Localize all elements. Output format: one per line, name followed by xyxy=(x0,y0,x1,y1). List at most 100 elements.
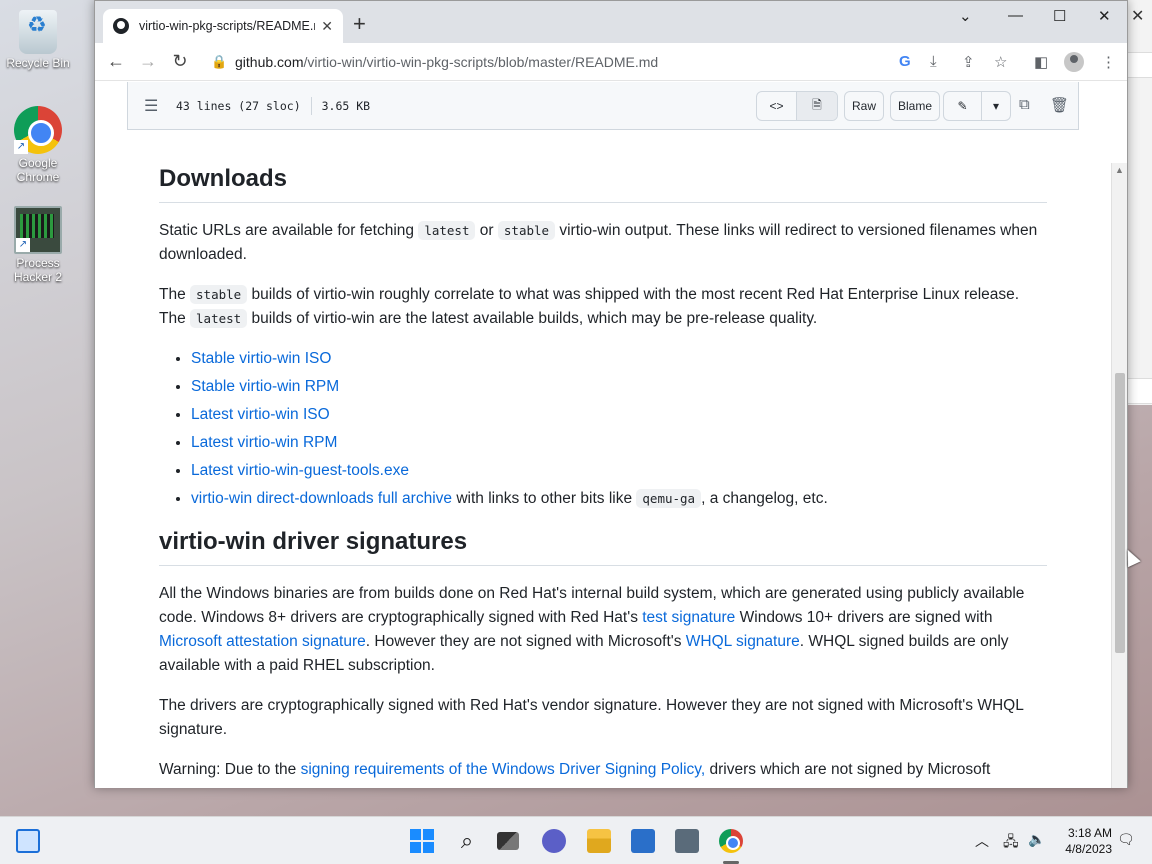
tab-title: virtio-win-pkg-scripts/README.m xyxy=(139,19,316,33)
lock-icon: 🔒 xyxy=(211,54,228,69)
desktop-icon-label: Google Chrome xyxy=(16,156,60,184)
bookmark-star-icon[interactable]: ☆ xyxy=(994,53,1007,71)
url-path: /virtio-win/virtio-win-pkg-scripts/blob/… xyxy=(303,54,659,70)
address-bar[interactable]: 🔒 github.com/virtio-win/virtio-win-pkg-s… xyxy=(201,47,991,77)
list-item: Stable virtio-win ISO xyxy=(191,347,1047,371)
inline-code: stable xyxy=(190,285,248,304)
page-scrollbar[interactable]: ▲ ▼ xyxy=(1111,163,1127,788)
desktop-icon-process-hacker[interactable]: ↗ Process Hacker 2 xyxy=(0,206,76,284)
edit-group: ✎ ▾ xyxy=(943,91,1011,121)
shortcut-arrow-icon: ↗ xyxy=(16,238,30,252)
file-lines: 43 lines (27 sloc) xyxy=(176,98,301,113)
close-icon[interactable]: ✕ xyxy=(1131,6,1144,26)
desktop-icon-label: Recycle Bin xyxy=(6,56,70,70)
inline-code: stable xyxy=(497,221,556,240)
google-lens-icon[interactable]: G xyxy=(899,53,911,70)
background-window: ✕ xyxy=(1126,0,1152,405)
scroll-up-arrow-icon[interactable]: ▲ xyxy=(1115,165,1124,175)
new-tab-icon[interactable]: + xyxy=(353,13,366,35)
latest-rpm-link[interactable]: Latest virtio-win RPM xyxy=(191,434,337,451)
network-icon[interactable]: 🖧 xyxy=(1003,831,1019,855)
share-icon[interactable]: ⇪ xyxy=(962,53,975,71)
chat-icon[interactable] xyxy=(542,829,566,853)
browser-toolbar: ← → ↻ 🔒 github.com/virtio-win/virtio-win… xyxy=(95,43,1127,81)
preview-file-icon[interactable]: 🗎 xyxy=(797,92,837,120)
forward-arrow-icon[interactable]: → xyxy=(137,51,159,72)
copy-icon[interactable]: ⧉ xyxy=(1019,96,1030,113)
edit-pencil-icon[interactable]: ✎ xyxy=(944,92,982,120)
outline-list-icon[interactable]: ☰ xyxy=(144,96,164,116)
tab-readme[interactable]: virtio-win-pkg-scripts/README.m ✕ xyxy=(103,9,343,43)
attestation-signature-link[interactable]: Microsoft attestation signature xyxy=(159,633,366,650)
view-toggle: <> 🗎 xyxy=(756,91,838,121)
inline-code: qemu-ga xyxy=(636,489,702,508)
install-app-icon[interactable]: ⤓ xyxy=(930,53,937,70)
side-panel-icon[interactable]: ◧ xyxy=(1034,53,1048,71)
test-signature-link[interactable]: test signature xyxy=(642,609,735,626)
taskbar: ⌕ ︿ 🖧 🔈 3:18 AM 4/8/2023 🗨 xyxy=(0,816,1152,864)
guest-tools-link[interactable]: Latest virtio-win-guest-tools.exe xyxy=(191,462,409,479)
readme-body: Downloads Static URLs are available for … xyxy=(159,164,1047,788)
maximize-icon[interactable]: ☐ xyxy=(1053,7,1066,25)
warning-paragraph: Warning: Due to the signing requirements… xyxy=(159,758,1047,782)
github-icon xyxy=(113,18,129,34)
widgets-icon[interactable] xyxy=(16,829,40,853)
inline-code: latest xyxy=(190,309,248,328)
tab-close-icon[interactable]: ✕ xyxy=(321,18,333,35)
text: or xyxy=(475,222,498,239)
downloads-paragraph-1: Static URLs are available for fetching l… xyxy=(159,219,1047,267)
file-header: ☰ 43 lines (27 sloc) 3.65 KB <> 🗎 Raw Bl… xyxy=(127,82,1079,130)
raw-button[interactable]: Raw xyxy=(844,91,884,121)
list-item: virtio-win direct-downloads full archive… xyxy=(191,487,1047,511)
text: drivers which are not signed by Microsof… xyxy=(705,761,991,778)
edit-dropdown-icon[interactable]: ▾ xyxy=(982,92,1010,120)
latest-iso-link[interactable]: Latest virtio-win ISO xyxy=(191,406,330,423)
show-hidden-icons-chevron-icon[interactable]: ︿ xyxy=(975,831,989,851)
blame-button[interactable]: Blame xyxy=(890,91,940,121)
task-view-icon[interactable] xyxy=(497,832,519,850)
menu-dots-icon[interactable]: ⋮ xyxy=(1101,53,1116,71)
signing-policy-link[interactable]: signing requirements of the Windows Driv… xyxy=(301,761,706,778)
downloads-heading: Downloads xyxy=(159,164,1047,203)
url-domain: github.com xyxy=(235,54,304,70)
full-archive-link[interactable]: virtio-win direct-downloads full archive xyxy=(191,490,452,507)
signatures-paragraph-1: All the Windows binaries are from builds… xyxy=(159,582,1047,678)
process-hacker-taskbar-icon[interactable] xyxy=(675,829,699,853)
list-item: Latest virtio-win ISO xyxy=(191,403,1047,427)
signatures-heading: virtio-win driver signatures xyxy=(159,527,1047,566)
file-size: 3.65 KB xyxy=(321,98,371,113)
desktop-icon-recycle-bin[interactable]: Recycle Bin xyxy=(0,10,76,70)
scrollbar-thumb[interactable] xyxy=(1115,373,1125,653)
back-arrow-icon[interactable]: ← xyxy=(105,51,127,72)
tab-search-chevron-icon[interactable]: ⌄ xyxy=(959,7,972,25)
desktop-icon-google-chrome[interactable]: ↗ Google Chrome xyxy=(0,106,76,184)
downloads-paragraph-2: The stable builds of virtio-win roughly … xyxy=(159,283,1047,331)
whql-signature-link[interactable]: WHQL signature xyxy=(686,633,800,650)
notification-icon[interactable]: 🗨 xyxy=(1117,831,1135,848)
list-item: Latest virtio-win-guest-tools.exe xyxy=(191,459,1047,483)
text: , a changelog, etc. xyxy=(701,490,828,507)
reload-icon[interactable]: ↻ xyxy=(169,51,191,72)
list-item: Stable virtio-win RPM xyxy=(191,375,1047,399)
system-clock[interactable]: 3:18 AM 4/8/2023 xyxy=(1056,825,1112,857)
download-links-list: Stable virtio-win ISO Stable virtio-win … xyxy=(191,347,1047,511)
stable-iso-link[interactable]: Stable virtio-win ISO xyxy=(191,350,331,367)
list-item: Latest virtio-win RPM xyxy=(191,431,1047,455)
search-icon[interactable]: ⌕ xyxy=(455,829,479,853)
file-explorer-icon[interactable] xyxy=(587,829,611,853)
signatures-paragraph-2: The drivers are cryptographically signed… xyxy=(159,697,1024,738)
start-windows-icon[interactable] xyxy=(410,829,434,853)
close-window-icon[interactable]: ✕ xyxy=(1098,7,1111,25)
chrome-taskbar-icon[interactable] xyxy=(719,829,743,853)
volume-icon[interactable]: 🔈 xyxy=(1028,831,1045,848)
store-icon[interactable] xyxy=(631,829,655,853)
background-window-panel xyxy=(1127,52,1152,78)
code-view-icon[interactable]: <> xyxy=(757,92,797,120)
text: The xyxy=(159,286,191,303)
stable-rpm-link[interactable]: Stable virtio-win RPM xyxy=(191,378,339,395)
minimize-icon[interactable]: — xyxy=(1008,7,1023,24)
delete-trash-icon[interactable]: 🗑 xyxy=(1050,96,1069,114)
url-text: github.com/virtio-win/virtio-win-pkg-scr… xyxy=(235,54,658,70)
profile-avatar-icon[interactable] xyxy=(1064,52,1084,72)
text: with links to other bits like xyxy=(452,490,637,507)
